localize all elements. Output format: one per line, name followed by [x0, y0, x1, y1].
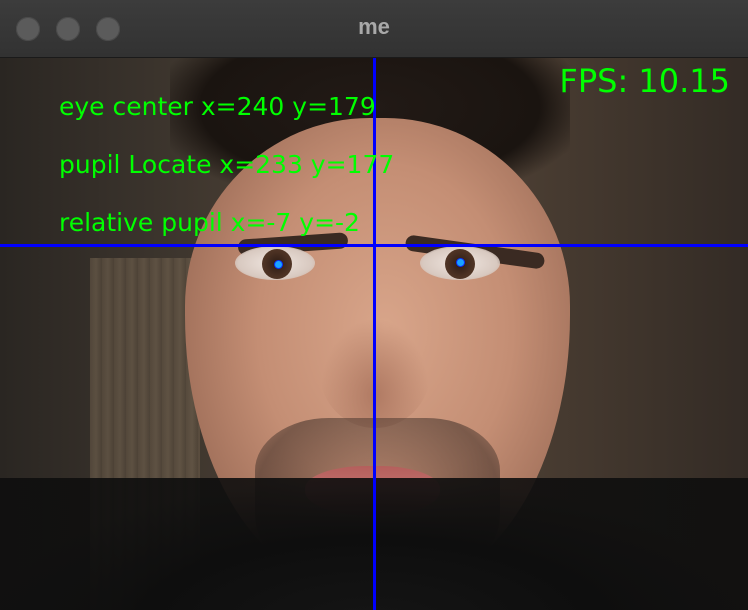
title-bar[interactable]: me — [0, 0, 748, 58]
vertical-crosshair-line — [373, 58, 376, 610]
video-frame: eye center x=240 y=179 pupil Locate x=23… — [0, 58, 748, 610]
eye-center-readout: eye center x=240 y=179 — [59, 92, 376, 121]
fps-counter: FPS: 10.15 — [559, 62, 730, 100]
relative-pupil-readout: relative pupil x=-7 y=-2 — [59, 208, 360, 237]
horizontal-crosshair-line — [0, 244, 748, 247]
pupil-locate-readout: pupil Locate x=233 y=177 — [59, 150, 395, 179]
right-pupil-marker — [457, 259, 464, 266]
app-window: me eye center x=240 y=179 pupil Locate x… — [0, 0, 748, 610]
left-pupil-marker — [275, 261, 282, 268]
window-title: me — [358, 14, 390, 39]
